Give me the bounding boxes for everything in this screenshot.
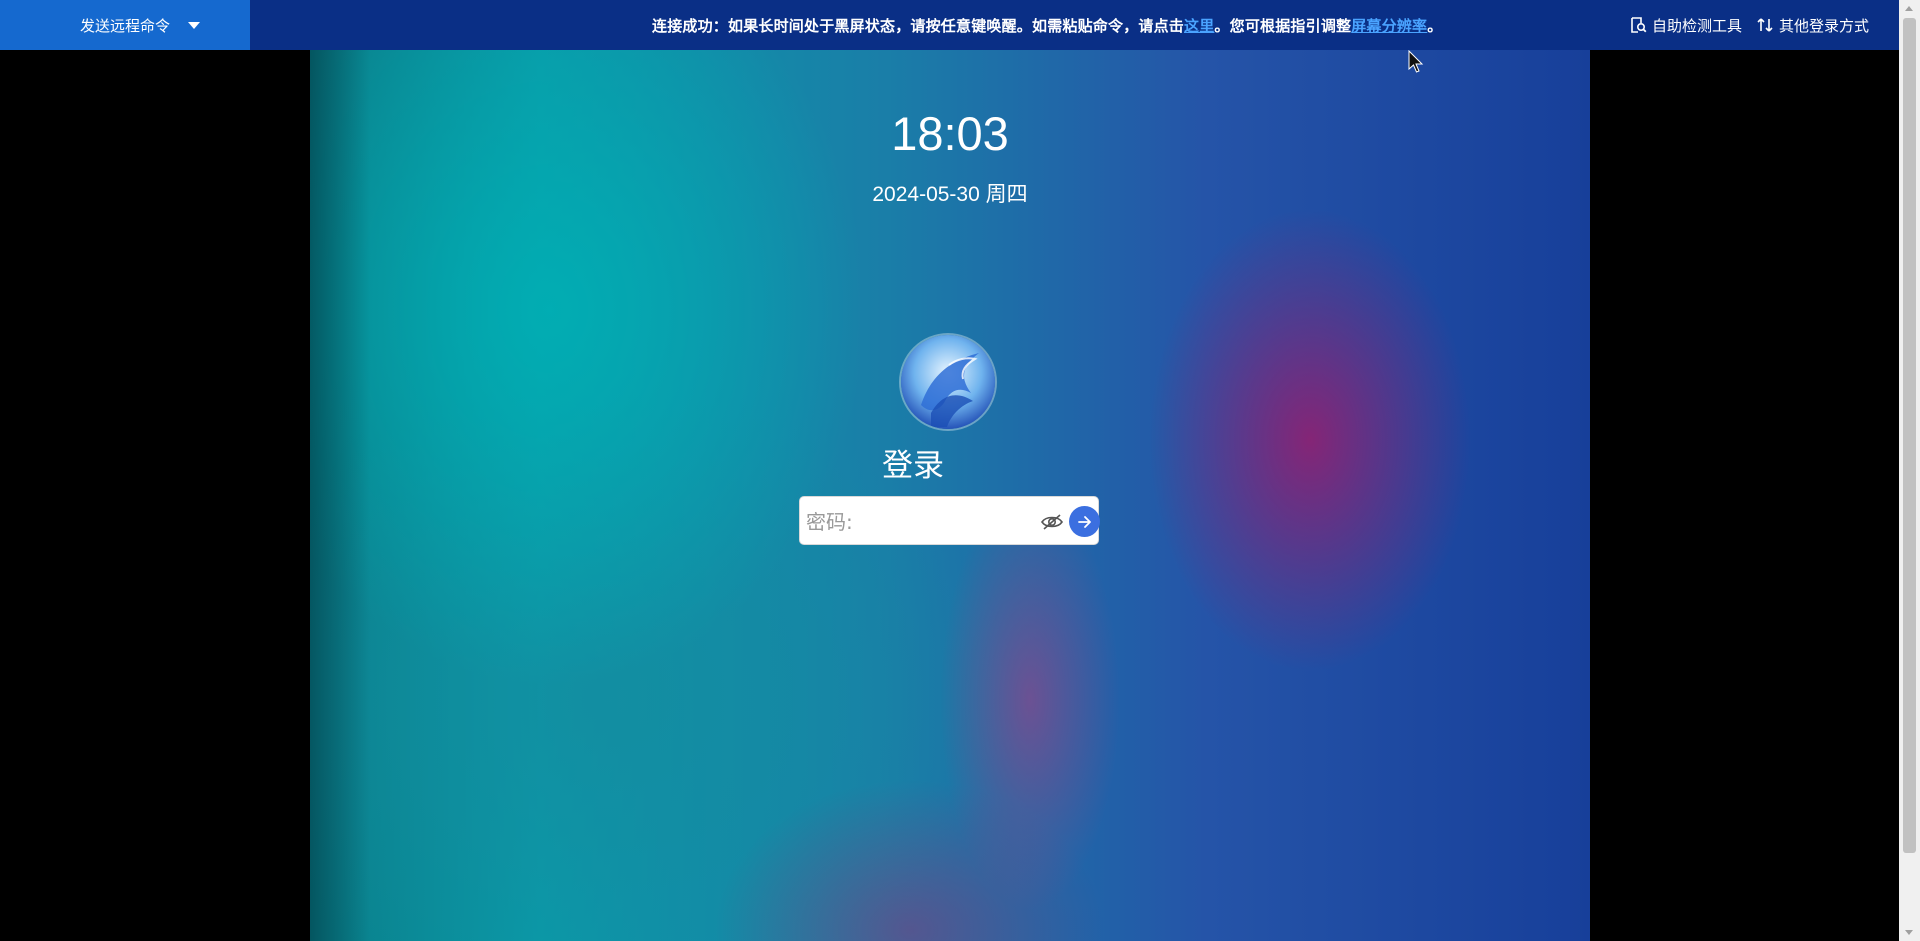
self-check-tool-label: 自助检测工具 xyxy=(1651,16,1742,35)
connection-notice: 连接成功：如果长时间处于黑屏状态，请按任意键唤醒。如需粘贴命令，请点击 这里 。… xyxy=(652,0,1452,50)
page-scrollbar[interactable] xyxy=(1899,0,1920,941)
hide-password-icon[interactable] xyxy=(1040,510,1064,534)
toolbar-right-tools: 自助检测工具 其他登录方式 xyxy=(1629,0,1869,50)
other-login-label: 其他登录方式 xyxy=(1778,16,1869,35)
login-title: 登录 xyxy=(882,448,944,484)
arrow-right-icon xyxy=(1077,515,1091,528)
scrollbar-thumb[interactable] xyxy=(1903,18,1916,853)
remote-toolbar: 发送远程命令 连接成功：如果长时间处于黑屏状态，请按任意键唤醒。如需粘贴命令，请… xyxy=(0,0,1899,50)
scroll-down-icon[interactable] xyxy=(1905,930,1913,935)
notice-text-2: 。您可根据指引调整 xyxy=(1214,16,1352,35)
switch-login-icon xyxy=(1757,18,1773,32)
mouse-pointer-icon xyxy=(1408,50,1424,73)
user-avatar xyxy=(901,335,995,429)
self-check-icon xyxy=(1631,17,1647,33)
other-login-button[interactable]: 其他登录方式 xyxy=(1756,15,1869,36)
password-input[interactable] xyxy=(804,505,1028,539)
paste-command-link[interactable]: 这里 xyxy=(1184,15,1214,36)
notice-text-3: 。 xyxy=(1427,16,1443,35)
notice-text-1: 连接成功：如果长时间处于黑屏状态，请按任意键唤醒。如需粘贴命令，请点击 xyxy=(652,16,1185,35)
login-submit-button[interactable] xyxy=(1069,506,1100,537)
chevron-down-icon xyxy=(188,21,201,29)
remote-desktop-view[interactable]: 18:03 2024-05-30 周四 登录 xyxy=(310,50,1590,941)
send-remote-command-label: 发送远程命令 xyxy=(80,16,171,35)
send-remote-command-dropdown[interactable]: 发送远程命令 xyxy=(0,0,250,50)
lockscreen-date: 2024-05-30 周四 xyxy=(872,183,1028,206)
self-check-tool-button[interactable]: 自助检测工具 xyxy=(1629,15,1742,36)
screen-resolution-link[interactable]: 屏幕分辨率 xyxy=(1351,15,1427,36)
password-box xyxy=(799,496,1100,545)
lockscreen-time: 18:03 xyxy=(891,107,1009,160)
scroll-up-icon[interactable] xyxy=(1905,6,1913,11)
